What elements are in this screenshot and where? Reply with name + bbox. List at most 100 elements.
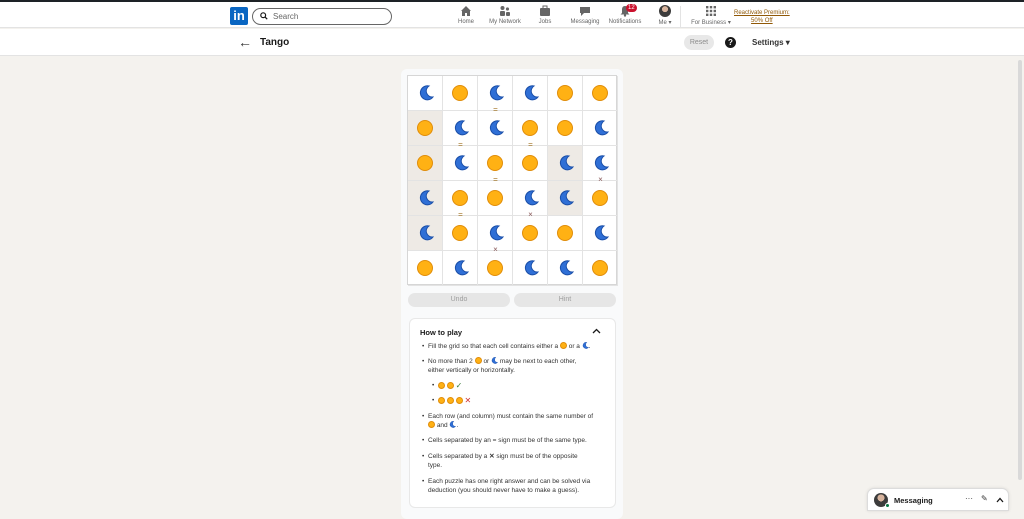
sun-icon (446, 397, 454, 404)
sun-icon (522, 225, 538, 241)
grid-cell[interactable] (443, 251, 478, 286)
moon-icon (594, 225, 609, 241)
grid-cell[interactable] (513, 76, 548, 111)
rule-2-text-d: either vertically or horizontally. (428, 367, 515, 374)
rule-5: • Cells separated by a ✕ sign must be of… (422, 452, 612, 470)
grid-cell[interactable] (513, 251, 548, 286)
nav-home[interactable]: Home (455, 5, 477, 25)
check-icon: ✓ (455, 381, 463, 390)
hint-button[interactable]: Hint (514, 293, 616, 307)
nav-my-network[interactable]: My Network (487, 5, 523, 25)
bullet: • (422, 413, 425, 420)
grid-cell[interactable] (583, 76, 618, 111)
moon-icon (524, 260, 539, 276)
moon-icon (582, 342, 589, 349)
cross-sign: × (598, 175, 603, 184)
help-icon[interactable]: ? (725, 37, 736, 48)
grid-cell[interactable] (408, 251, 443, 286)
sun-icon (417, 155, 433, 171)
sun-icon (438, 397, 445, 404)
nav-divider (680, 6, 681, 28)
grid-cell[interactable] (443, 146, 478, 181)
reactivate-premium-link[interactable]: Reactivate Premium: 50% Off (734, 9, 790, 25)
nav-me[interactable]: Me ▾ (656, 5, 674, 26)
sun-icon (522, 155, 538, 171)
rule-1: • Fill the grid so that each cell contai… (422, 342, 612, 351)
messaging-icon (580, 7, 590, 16)
nav-jobs[interactable]: Jobs (537, 5, 553, 25)
jobs-icon (540, 5, 550, 16)
page-scrollbar[interactable] (1018, 60, 1022, 480)
rule-6-text-a: Each puzzle has one right answer and can… (428, 478, 591, 485)
moon-icon (454, 260, 469, 276)
rule-3-text-b: and (436, 422, 448, 429)
chevron-up-icon[interactable] (592, 328, 601, 334)
rule-2-text-b: or (483, 358, 490, 365)
grid-cell[interactable] (548, 146, 583, 181)
chevron-up-icon[interactable] (996, 497, 1004, 503)
moon-icon (489, 120, 504, 136)
grid-cell[interactable] (408, 76, 443, 111)
bullet: • (422, 437, 425, 444)
grid-cell[interactable] (478, 181, 513, 216)
grid-cell[interactable] (548, 181, 583, 216)
grid-cell[interactable] (513, 146, 548, 181)
undo-button[interactable]: Undo (408, 293, 510, 307)
messaging-overlay[interactable]: Messaging ··· ✎ (867, 488, 1009, 511)
sun-icon (557, 225, 573, 241)
network-icon (500, 6, 510, 16)
rule-5-text-c: sign must be of the opposite (496, 453, 578, 460)
grid-cell[interactable] (408, 181, 443, 216)
cross-icon: ✕ (489, 453, 495, 460)
search-input[interactable]: Search (252, 8, 392, 25)
premium-line-2: 50% Off (751, 18, 773, 24)
messaging-label: Messaging (894, 496, 933, 505)
compose-icon[interactable]: ✎ (981, 494, 988, 503)
settings-button[interactable]: Settings ▾ (752, 38, 790, 47)
linkedin-logo[interactable]: in (230, 7, 248, 25)
grid-cell[interactable] (513, 216, 548, 251)
grid-cell[interactable] (583, 216, 618, 251)
grid-cell[interactable] (408, 111, 443, 146)
grid-cell[interactable] (548, 111, 583, 146)
back-arrow-icon[interactable]: ← (238, 34, 252, 50)
more-options-icon[interactable]: ··· (965, 494, 973, 503)
grid-cell[interactable] (583, 181, 618, 216)
reset-button[interactable]: Reset (684, 35, 714, 50)
equal-sign: = (493, 105, 498, 114)
nav-home-label: Home (457, 19, 474, 25)
nav-my-network-label: My Network (489, 19, 521, 25)
grid-cell[interactable] (478, 111, 513, 146)
home-icon (461, 6, 471, 16)
moon-icon (489, 85, 504, 101)
sun-icon (452, 190, 468, 206)
cross-sign: × (528, 210, 533, 219)
grid-icon (706, 6, 716, 16)
grid-cell[interactable] (583, 111, 618, 146)
nav-notifications[interactable]: 12 Notifications (607, 4, 643, 25)
moon-icon (454, 155, 469, 171)
grid-cell[interactable] (443, 216, 478, 251)
bullet: • (422, 453, 425, 460)
online-status-dot (885, 503, 890, 508)
nav-me-label: Me ▾ (658, 20, 672, 26)
rule-2-text-a: No more than 2 (428, 358, 473, 365)
grid-cell[interactable] (443, 76, 478, 111)
grid-cell[interactable] (548, 216, 583, 251)
grid-cell[interactable] (408, 216, 443, 251)
search-icon (260, 12, 268, 20)
how-to-play-title: How to play (420, 328, 463, 337)
grid-cell[interactable] (478, 251, 513, 286)
rule-6: • Each puzzle has one right answer and c… (422, 477, 612, 495)
sun-icon (557, 120, 573, 136)
grid-cell[interactable] (548, 251, 583, 286)
nav-messaging[interactable]: Messaging (570, 5, 600, 25)
bullet: • (422, 478, 425, 485)
grid-cell[interactable] (408, 146, 443, 181)
sun-icon (557, 85, 573, 101)
grid-cell[interactable] (548, 76, 583, 111)
rule-6-text-b: deduction (you should never have to make… (428, 487, 580, 494)
cross-icon: ✕ (464, 396, 472, 405)
grid-cell[interactable] (583, 251, 618, 286)
nav-for-business[interactable]: For Business ▾ (690, 5, 732, 26)
